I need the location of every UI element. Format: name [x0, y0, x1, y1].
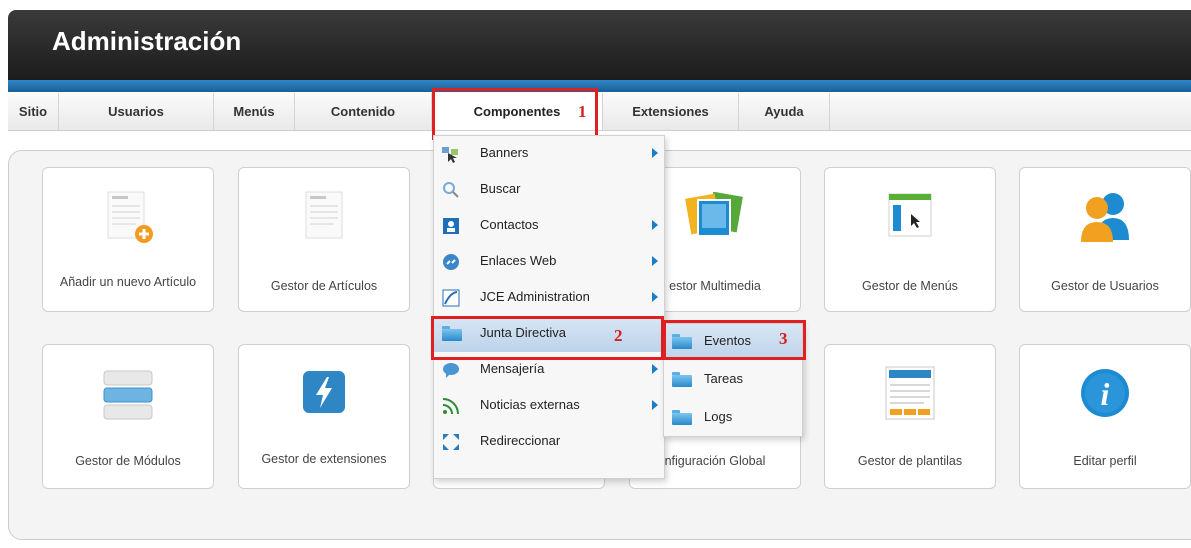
- submenu-item-tareas[interactable]: Tareas: [664, 362, 802, 398]
- tile-edit-profile[interactable]: i Editar perfil: [1019, 344, 1191, 489]
- annotation-number-3: 3: [779, 329, 788, 348]
- folder-icon: [672, 372, 692, 387]
- submenu-arrow-icon: [652, 400, 658, 410]
- tile-label: Editar perfil: [1073, 454, 1137, 468]
- weblinks-icon: [442, 253, 460, 271]
- tile-label: Gestor de Artículos: [270, 279, 378, 293]
- media-icon: [680, 191, 750, 245]
- tile-label: Gestor de extensiones: [261, 452, 387, 466]
- submenu-item-label: Tareas: [704, 371, 744, 386]
- submenu-arrow-icon: [652, 148, 658, 158]
- lightning-icon: [299, 367, 349, 420]
- banners-icon: [442, 145, 460, 163]
- menu-ayuda[interactable]: Ayuda: [739, 93, 830, 130]
- tile-label: Añadir un nuevo Artículo: [59, 275, 197, 289]
- tile-article-manager[interactable]: Gestor de Artículos: [238, 167, 410, 312]
- tile-user-manager[interactable]: Gestor de Usuarios: [1019, 167, 1191, 312]
- redirect-icon: [442, 433, 460, 451]
- header-accent-bar: [8, 80, 1191, 92]
- menu-extensiones[interactable]: Extensiones: [603, 93, 739, 130]
- dropdown-item-redireccionar[interactable]: Redireccionar: [434, 424, 664, 460]
- dropdown-item-label: Contactos: [480, 217, 539, 232]
- submenu-arrow-icon: [652, 256, 658, 266]
- menu-sitio[interactable]: Sitio: [8, 93, 59, 130]
- article-icon: [294, 188, 354, 251]
- dropdown-item-banners[interactable]: Banners: [434, 136, 664, 172]
- dropdown-item-buscar[interactable]: Buscar: [434, 172, 664, 208]
- annotation-box-2: [431, 316, 664, 360]
- tile-extension-manager[interactable]: Gestor de extensiones: [238, 344, 410, 489]
- tile-label: Gestor de plantilas: [857, 454, 963, 468]
- tile-label: Gestor de Usuarios: [1051, 279, 1159, 293]
- submenu-arrow-icon: [652, 364, 658, 374]
- dropdown-item-label: Redireccionar: [480, 433, 561, 448]
- components-dropdown: Banners Buscar Contactos Enlaces Web JCE…: [433, 135, 665, 479]
- messaging-icon: [442, 361, 460, 379]
- annotation-number-1: 1: [578, 102, 587, 121]
- info-icon: i: [1077, 365, 1133, 424]
- rss-icon: [442, 397, 460, 415]
- menu-manager-icon: [885, 190, 935, 243]
- dropdown-item-label: Mensajería: [480, 361, 545, 376]
- menu-usuarios[interactable]: Usuarios: [59, 93, 214, 130]
- page-title: Administración: [52, 26, 242, 56]
- dropdown-item-label: Noticias externas: [480, 397, 580, 412]
- contacts-icon: [442, 217, 460, 235]
- jce-icon: [442, 289, 460, 307]
- dropdown-item-enlaces-web[interactable]: Enlaces Web: [434, 244, 664, 280]
- tile-module-manager[interactable]: Gestor de Módulos: [42, 344, 214, 489]
- template-icon: [880, 363, 940, 426]
- search-icon: [442, 181, 460, 199]
- submenu-item-label: Logs: [704, 409, 733, 424]
- svg-text:i: i: [1101, 376, 1110, 412]
- menu-contenido[interactable]: Contenido: [295, 93, 432, 130]
- tile-menu-manager[interactable]: Gestor de Menús: [824, 167, 996, 312]
- annotation-box-1: [432, 88, 598, 140]
- admin-header: Administración: [8, 10, 1191, 80]
- dropdown-item-label: Buscar: [480, 181, 521, 196]
- menu-menus[interactable]: Menús: [214, 93, 295, 130]
- dropdown-item-label: JCE Administration: [480, 289, 590, 304]
- tile-template-manager[interactable]: Gestor de plantilas: [824, 344, 996, 489]
- users-icon: [1075, 188, 1135, 247]
- main-menubar: Sitio Usuarios Menús Contenido Component…: [8, 93, 1191, 131]
- tile-label: Gestor de Menús: [862, 279, 958, 293]
- submenu-arrow-icon: [652, 292, 658, 302]
- tile-label: Gestor de Módulos: [75, 454, 181, 468]
- dropdown-item-noticias-externas[interactable]: Noticias externas: [434, 388, 664, 424]
- annotation-number-2: 2: [614, 326, 623, 345]
- dropdown-item-label: Banners: [480, 145, 529, 160]
- submenu-arrow-icon: [652, 220, 658, 230]
- dropdown-item-label: Enlaces Web: [480, 253, 557, 268]
- dropdown-item-contactos[interactable]: Contactos: [434, 208, 664, 244]
- modules-icon: [98, 365, 158, 428]
- folder-icon: [672, 410, 692, 425]
- submenu-item-logs[interactable]: Logs: [664, 400, 802, 436]
- dropdown-item-jce-administration[interactable]: JCE Administration: [434, 280, 664, 316]
- new-article-icon: [98, 188, 158, 251]
- tile-add-article[interactable]: Añadir un nuevo Artículo: [42, 167, 214, 312]
